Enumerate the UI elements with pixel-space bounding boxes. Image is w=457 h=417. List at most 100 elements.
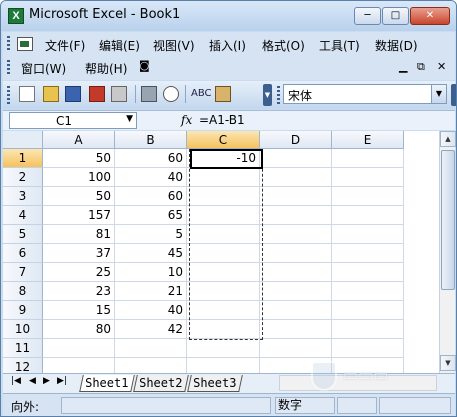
next-sheet-icon[interactable]: ▶ bbox=[43, 376, 50, 386]
print-icon[interactable] bbox=[141, 86, 157, 102]
email-icon[interactable] bbox=[111, 86, 127, 102]
cell-b6[interactable]: 45 bbox=[115, 244, 187, 263]
doc-minimize-icon[interactable]: ▁ bbox=[399, 60, 407, 73]
cell-b8[interactable]: 21 bbox=[115, 282, 187, 301]
chevron-down-icon[interactable]: ▼ bbox=[431, 85, 446, 103]
name-box[interactable]: C1 ▼ bbox=[9, 112, 137, 129]
research-icon[interactable] bbox=[215, 86, 231, 102]
toolbar-options-icon[interactable]: ▼ bbox=[263, 84, 272, 106]
doc-restore-icon[interactable]: ⧉ bbox=[417, 60, 425, 74]
menubar-grip[interactable] bbox=[7, 36, 10, 52]
format-toolbar-grip[interactable] bbox=[277, 86, 280, 104]
cell-e4[interactable] bbox=[332, 206, 404, 225]
row-header-6[interactable]: 6 bbox=[3, 244, 43, 263]
cell-e6[interactable] bbox=[332, 244, 404, 263]
cell-e5[interactable] bbox=[332, 225, 404, 244]
print-preview-icon[interactable] bbox=[163, 86, 179, 102]
menu-tools[interactable]: 工具(T) bbox=[319, 37, 360, 54]
column-header-e[interactable]: E bbox=[332, 131, 404, 149]
prev-sheet-icon[interactable]: ◀ bbox=[29, 376, 36, 386]
sheet-tab-sheet1[interactable]: Sheet1 bbox=[79, 375, 135, 392]
vertical-scrollbar[interactable]: ▲ ▼ bbox=[439, 131, 456, 373]
row-header-8[interactable]: 8 bbox=[3, 282, 43, 301]
cell-e2[interactable] bbox=[332, 168, 404, 187]
cell-a8[interactable]: 23 bbox=[43, 282, 115, 301]
cell-e10[interactable] bbox=[332, 320, 404, 339]
menu-camera-icon[interactable]: ◙ bbox=[139, 59, 150, 72]
cell-a2[interactable]: 100 bbox=[43, 168, 115, 187]
cell-d3[interactable] bbox=[260, 187, 332, 206]
menu-insert[interactable]: 插入(I) bbox=[209, 37, 246, 54]
save-icon[interactable] bbox=[65, 86, 81, 102]
excel-app-icon[interactable]: X bbox=[8, 8, 24, 24]
cell-d9[interactable] bbox=[260, 301, 332, 320]
sheet-tab-sheet3[interactable]: Sheet3 bbox=[187, 375, 243, 392]
spelling-icon[interactable]: ABC bbox=[191, 86, 212, 102]
open-icon[interactable] bbox=[43, 86, 59, 102]
row-header-4[interactable]: 4 bbox=[3, 206, 43, 225]
formula-input[interactable]: =A1-B1 bbox=[199, 113, 245, 127]
cell-a6[interactable]: 37 bbox=[43, 244, 115, 263]
worksheet-grid[interactable]: A B C D E 1 50 60 -10 2 100 40 3 50 60 4 157 65 5 81 5 6 37 45 7… bbox=[3, 131, 439, 377]
cell-b7[interactable]: 10 bbox=[115, 263, 187, 282]
cell-b1[interactable]: 60 bbox=[115, 149, 187, 168]
cell-d7[interactable] bbox=[260, 263, 332, 282]
row-header-3[interactable]: 3 bbox=[3, 187, 43, 206]
last-sheet-icon[interactable]: ▶| bbox=[57, 376, 67, 386]
maximize-button[interactable]: □ bbox=[382, 7, 409, 25]
menu-view[interactable]: 视图(V) bbox=[153, 37, 195, 54]
cell-b2[interactable]: 40 bbox=[115, 168, 187, 187]
toolbar-grip[interactable] bbox=[7, 86, 10, 104]
cell-d6[interactable] bbox=[260, 244, 332, 263]
menu-format[interactable]: 格式(O) bbox=[262, 37, 305, 54]
cell-a3[interactable]: 50 bbox=[43, 187, 115, 206]
cell-a1[interactable]: 50 bbox=[43, 149, 115, 168]
cell-a7[interactable]: 25 bbox=[43, 263, 115, 282]
column-header-b[interactable]: B bbox=[115, 131, 187, 149]
cell-b10[interactable]: 42 bbox=[115, 320, 187, 339]
menu-file[interactable]: 文件(F) bbox=[45, 37, 85, 54]
permission-icon[interactable] bbox=[89, 86, 105, 102]
cell-a9[interactable]: 15 bbox=[43, 301, 115, 320]
doc-close-icon[interactable]: ✕ bbox=[437, 60, 446, 73]
cell-d10[interactable] bbox=[260, 320, 332, 339]
sheet-tab-sheet2[interactable]: Sheet2 bbox=[133, 375, 189, 392]
cell-d5[interactable] bbox=[260, 225, 332, 244]
row-header-11[interactable]: 11 bbox=[3, 339, 43, 358]
menu-help[interactable]: 帮助(H) bbox=[85, 60, 127, 77]
format-toolbar-options-icon[interactable] bbox=[451, 84, 456, 106]
insert-function-icon[interactable]: fx bbox=[181, 113, 192, 127]
minimize-button[interactable]: ─ bbox=[354, 7, 381, 25]
row-header-2[interactable]: 2 bbox=[3, 168, 43, 187]
cell-b9[interactable]: 40 bbox=[115, 301, 187, 320]
cell-e11[interactable] bbox=[332, 339, 404, 358]
cell-e3[interactable] bbox=[332, 187, 404, 206]
cell-b5[interactable]: 5 bbox=[115, 225, 187, 244]
new-icon[interactable] bbox=[19, 86, 35, 102]
cell-e9[interactable] bbox=[332, 301, 404, 320]
cell-d8[interactable] bbox=[260, 282, 332, 301]
menu-edit[interactable]: 编辑(E) bbox=[99, 37, 140, 54]
menubar-grip-2[interactable] bbox=[7, 60, 10, 76]
menu-window[interactable]: 窗口(W) bbox=[21, 60, 66, 77]
vertical-scroll-thumb[interactable] bbox=[441, 150, 455, 290]
column-header-c[interactable]: C bbox=[187, 131, 260, 149]
cell-b3[interactable]: 60 bbox=[115, 187, 187, 206]
column-header-d[interactable]: D bbox=[260, 131, 332, 149]
cell-b4[interactable]: 65 bbox=[115, 206, 187, 225]
workbook-icon[interactable] bbox=[17, 37, 33, 51]
name-box-dropdown-icon[interactable]: ▼ bbox=[126, 114, 133, 124]
cell-d4[interactable] bbox=[260, 206, 332, 225]
first-sheet-icon[interactable]: |◀ bbox=[11, 376, 21, 386]
cell-a5[interactable]: 81 bbox=[43, 225, 115, 244]
row-header-10[interactable]: 10 bbox=[3, 320, 43, 339]
select-all-corner[interactable] bbox=[3, 131, 43, 149]
row-header-9[interactable]: 9 bbox=[3, 301, 43, 320]
row-header-1[interactable]: 1 bbox=[3, 149, 43, 168]
cell-d11[interactable] bbox=[260, 339, 332, 358]
cell-a11[interactable] bbox=[43, 339, 115, 358]
cell-c11[interactable] bbox=[187, 339, 260, 358]
row-header-7[interactable]: 7 bbox=[3, 263, 43, 282]
cell-a4[interactable]: 157 bbox=[43, 206, 115, 225]
cell-e8[interactable] bbox=[332, 282, 404, 301]
